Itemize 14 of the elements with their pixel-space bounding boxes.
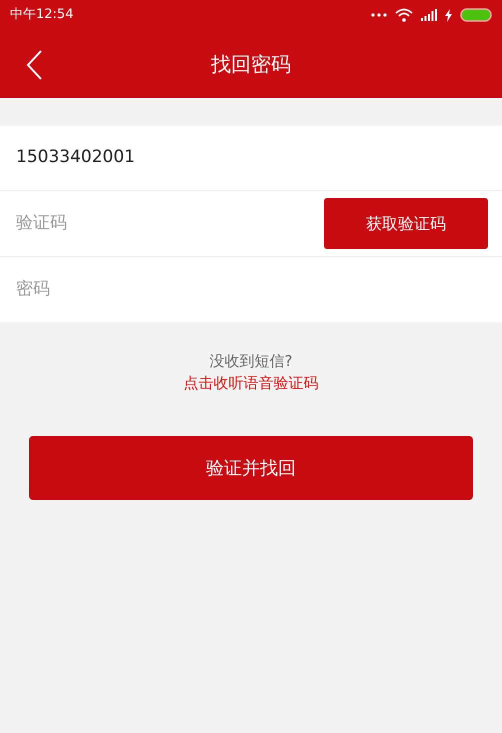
password-input-field[interactable]: 密码 xyxy=(16,276,486,302)
verify-and-recover-button[interactable]: 验证并找回 xyxy=(29,436,473,500)
status-time: 中午12:54 xyxy=(10,6,74,24)
get-code-button[interactable]: 获取验证码 xyxy=(324,198,488,249)
battery-icon xyxy=(460,8,492,22)
voice-code-link[interactable]: 点击收听语音验证码 xyxy=(184,372,318,394)
more-dots-icon xyxy=(371,13,387,17)
page-title: 找回密码 xyxy=(211,51,291,78)
charging-icon xyxy=(445,8,452,22)
wifi-icon xyxy=(395,8,413,22)
signal-icon xyxy=(421,9,437,21)
verification-code-input-field[interactable]: 验证码 xyxy=(16,210,324,236)
phone-input-field[interactable]: 15033402001 xyxy=(16,145,486,171)
sms-not-received-text: 没收到短信? xyxy=(210,351,292,372)
